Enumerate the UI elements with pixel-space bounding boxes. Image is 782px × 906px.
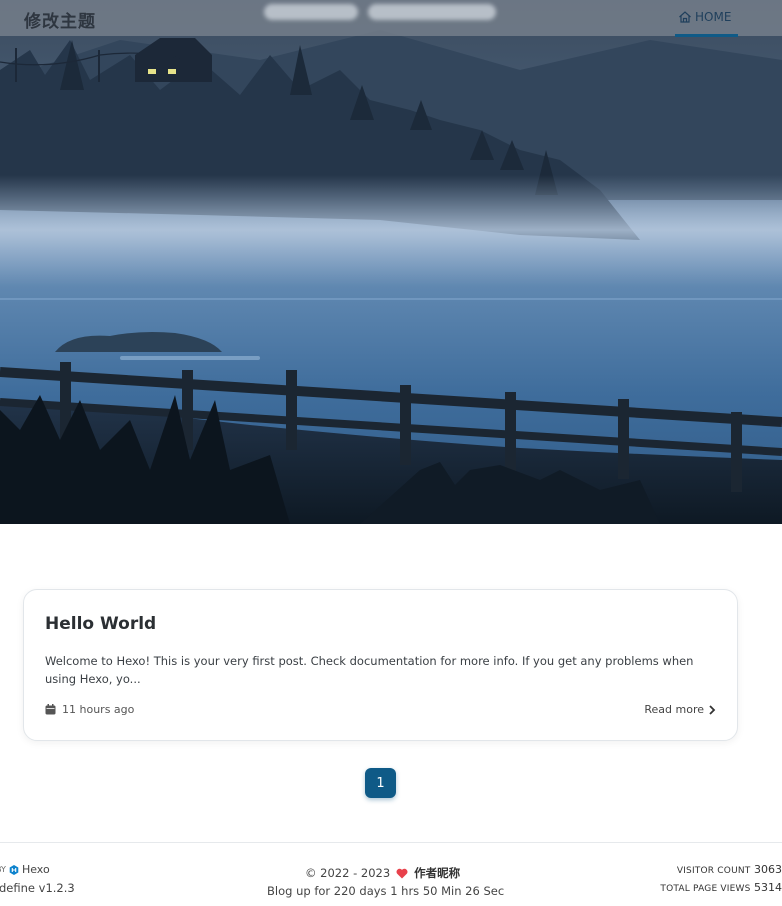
hexo-icon bbox=[9, 864, 19, 875]
nav-item-home-label: HOME bbox=[695, 10, 732, 24]
post-meta: 11 hours ago bbox=[45, 703, 134, 716]
pagination-page-1[interactable]: 1 bbox=[365, 768, 396, 798]
post-excerpt: Welcome to Hexo! This is your very first… bbox=[45, 654, 694, 686]
site-title[interactable]: 修改主题 bbox=[24, 7, 96, 32]
blurred-nav-item bbox=[264, 4, 358, 20]
chevron-right-icon bbox=[709, 704, 716, 715]
powered-by-prefix: BY bbox=[0, 865, 6, 874]
read-more-link[interactable]: Read more bbox=[644, 703, 716, 716]
visitor-count-value: 3063 bbox=[754, 863, 782, 876]
page-views: TOTAL PAGE VIEWS 5314 bbox=[660, 881, 782, 894]
active-nav-indicator bbox=[675, 34, 738, 37]
post-title[interactable]: Hello World bbox=[45, 614, 156, 634]
post-time: 11 hours ago bbox=[62, 703, 135, 716]
uptime: Blog up for 220 days 1 hrs 50 Min 26 Sec bbox=[267, 884, 505, 898]
visitor-count: VISITOR COUNT 3063 bbox=[677, 863, 782, 876]
copyright: © 2022 - 2023 作者昵称 bbox=[305, 865, 460, 881]
heart-icon bbox=[396, 868, 408, 878]
home-icon bbox=[679, 11, 691, 23]
hero-landscape-illustration bbox=[0, 0, 782, 524]
blurred-nav-item bbox=[368, 4, 496, 20]
page-views-value: 5314 bbox=[754, 881, 782, 894]
hexo-link[interactable]: Hexo bbox=[22, 863, 50, 876]
powered-by: BY Hexo bbox=[0, 863, 50, 876]
page-views-label: TOTAL PAGE VIEWS bbox=[660, 884, 751, 894]
calendar-icon bbox=[45, 704, 56, 715]
nav-item-home[interactable]: HOME bbox=[678, 10, 731, 24]
hero-banner bbox=[0, 0, 782, 524]
visitor-count-label: VISITOR COUNT bbox=[676, 866, 751, 876]
copyright-years: © 2022 - 2023 bbox=[305, 866, 391, 880]
author-name: 作者昵称 bbox=[414, 866, 461, 880]
theme-link[interactable]: define v1.2.3 bbox=[0, 881, 75, 895]
top-navbar: 修改主题 HOME bbox=[0, 0, 782, 37]
read-more-label: Read more bbox=[644, 703, 704, 716]
footer-divider bbox=[0, 842, 782, 843]
post-card: Hello World Welcome to Hexo! This is you… bbox=[23, 589, 738, 741]
